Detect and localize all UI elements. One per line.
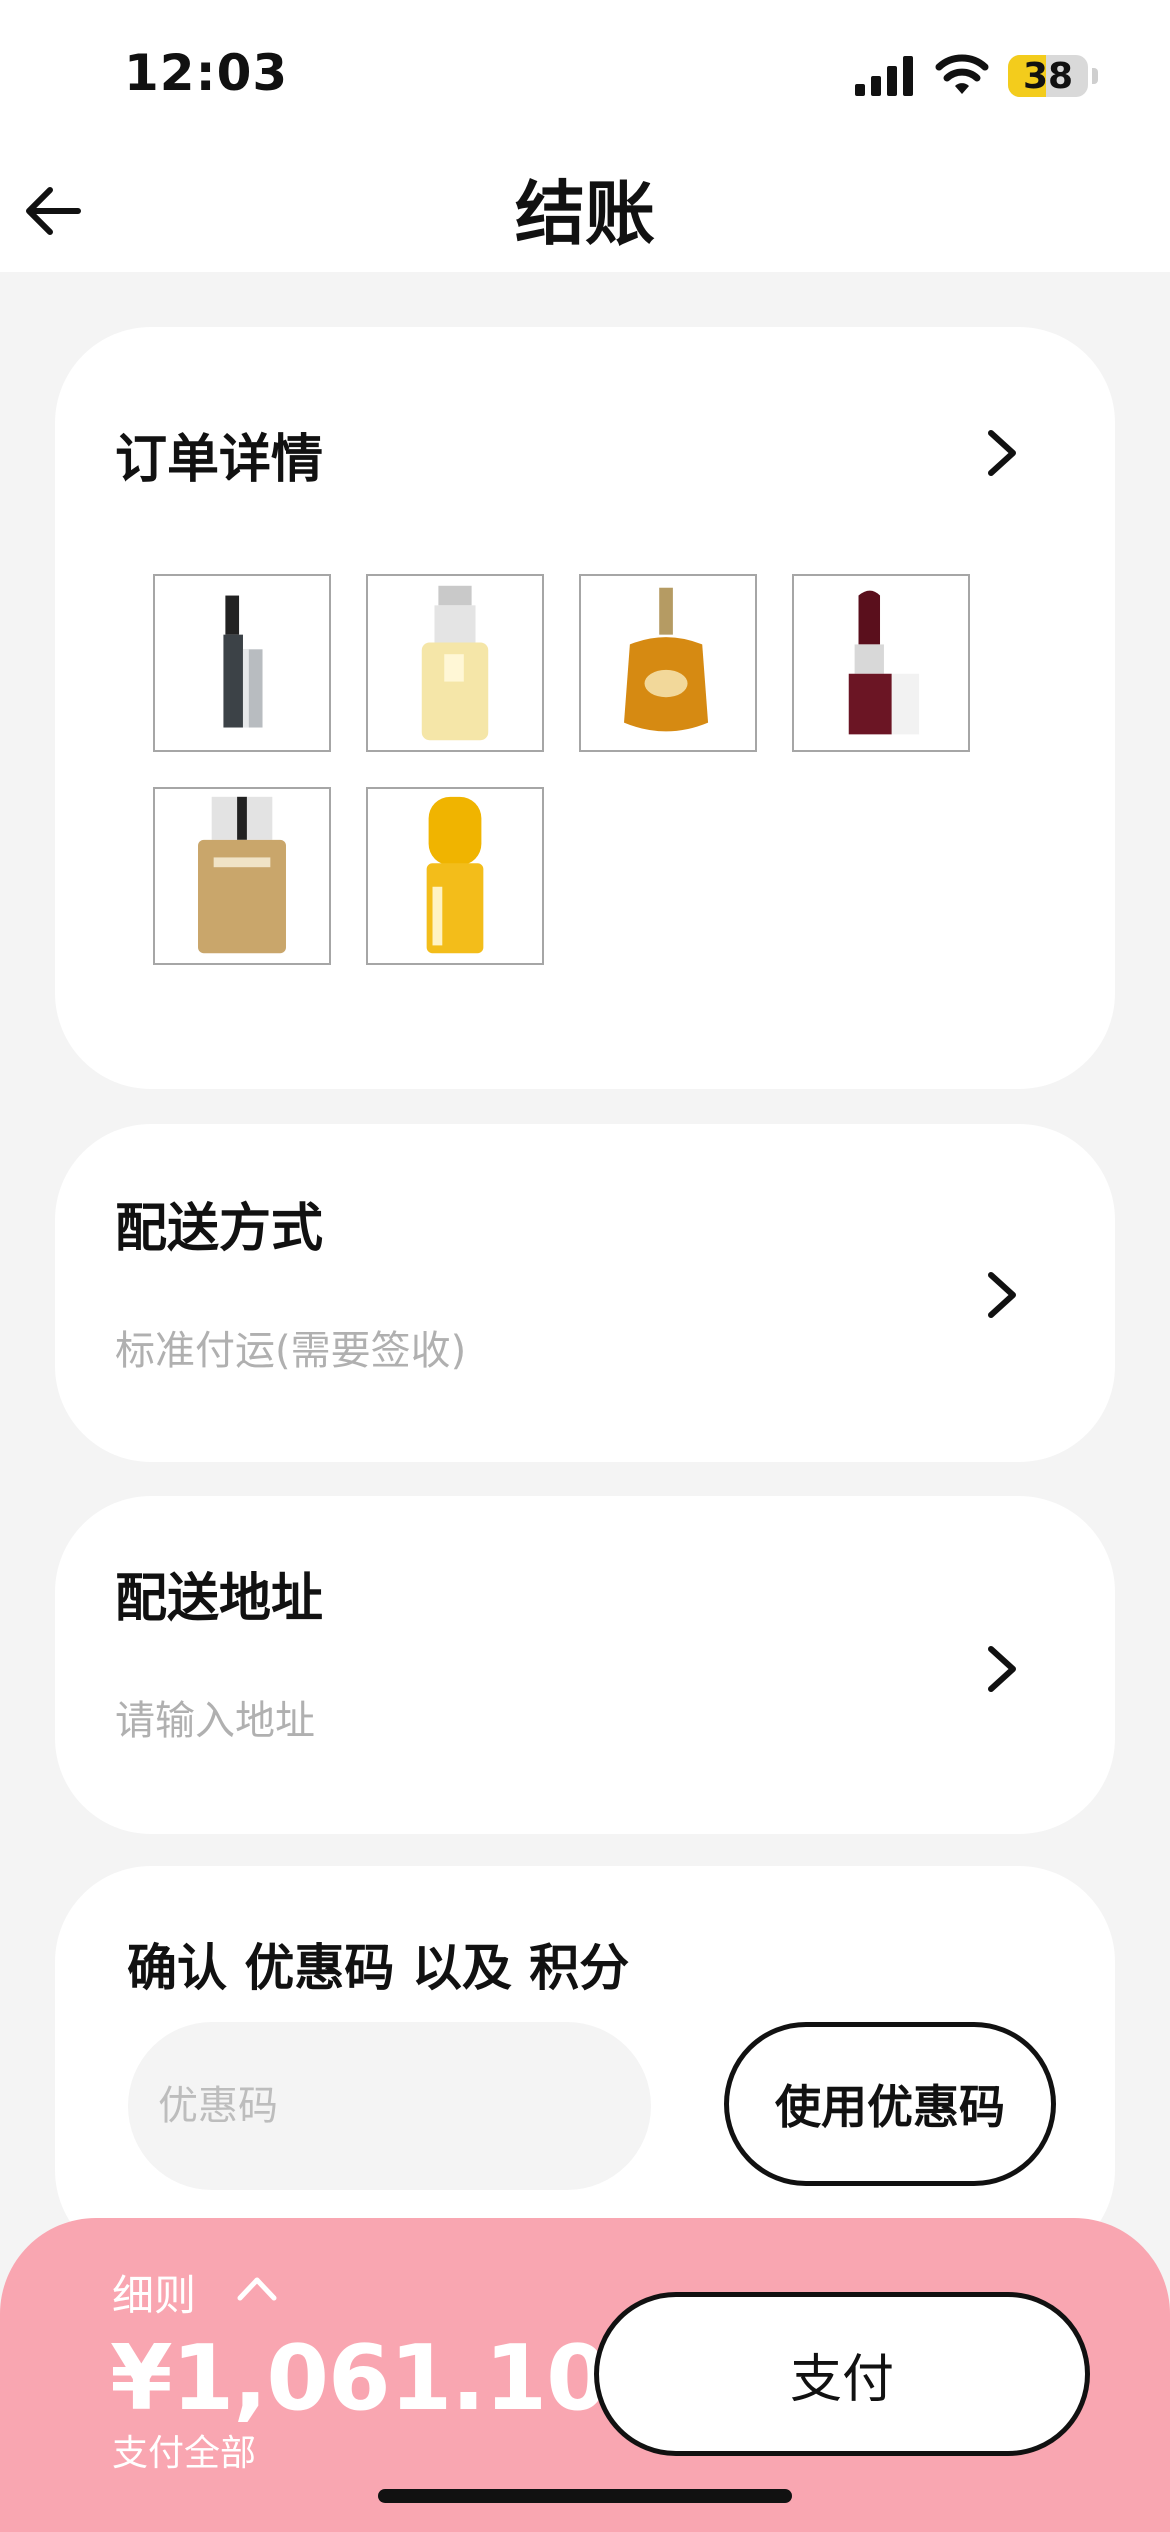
coupon-code-input[interactable]	[128, 2022, 651, 2190]
nav-header: 结账	[0, 150, 1170, 272]
shipping-address-card[interactable]: 配送地址 请输入地址	[55, 1496, 1115, 1834]
perfume-bottle-icon	[624, 587, 709, 732]
wifi-icon	[935, 54, 989, 94]
shipping-method-card[interactable]: 配送方式 标准付运(需要签收)	[55, 1124, 1115, 1462]
foundation-bottle-icon	[198, 796, 286, 954]
chevron-up-icon[interactable]	[236, 2272, 278, 2302]
battery-level: 38	[1022, 56, 1074, 97]
product-thumbnail-foundation[interactable]	[153, 787, 331, 965]
status-bar: 12:03 38	[0, 0, 1170, 150]
chevron-right-icon[interactable]	[985, 1643, 1019, 1695]
total-caption: 支付全部	[112, 2433, 257, 2474]
order-details-title: 订单详情	[115, 430, 324, 490]
product-thumbnail-lipstick[interactable]	[792, 574, 970, 752]
status-time: 12:03	[124, 44, 289, 102]
battery-icon: 38	[1008, 55, 1098, 97]
home-indicator[interactable]	[378, 2489, 792, 2503]
details-toggle-label[interactable]: 细则	[112, 2262, 196, 2323]
mascara-icon	[223, 595, 263, 728]
shipping-address-placeholder: 请输入地址	[115, 1698, 315, 1744]
lipstick-icon	[848, 590, 920, 735]
lotion-bottle-icon	[421, 585, 489, 741]
product-thumbnail-lotion[interactable]	[366, 574, 544, 752]
order-details-card[interactable]: 订单详情	[55, 327, 1115, 1089]
page-title: 结账	[515, 173, 655, 255]
apply-coupon-button[interactable]: 使用优惠码	[724, 2022, 1056, 2186]
product-thumbnail-serum[interactable]	[366, 787, 544, 965]
shipping-method-value: 标准付运(需要签收)	[115, 1328, 467, 1374]
product-thumbnail-mascara[interactable]	[153, 574, 331, 752]
serum-bottle-icon	[426, 796, 484, 954]
pay-button[interactable]: 支付	[594, 2292, 1090, 2456]
checkout-bar: 细则 ¥1,061.10 支付全部 支付	[0, 2218, 1170, 2532]
shipping-method-title: 配送方式	[115, 1199, 324, 1259]
cellular-signal-icon	[855, 56, 913, 96]
coupon-title: 确认 优惠码 以及 积分	[127, 1939, 630, 1997]
shipping-address-title: 配送地址	[115, 1569, 324, 1629]
chevron-right-icon[interactable]	[985, 427, 1019, 479]
product-thumbnail-perfume[interactable]	[579, 574, 757, 752]
chevron-right-icon[interactable]	[985, 1269, 1019, 1321]
total-amount: ¥1,061.10	[110, 2326, 609, 2431]
